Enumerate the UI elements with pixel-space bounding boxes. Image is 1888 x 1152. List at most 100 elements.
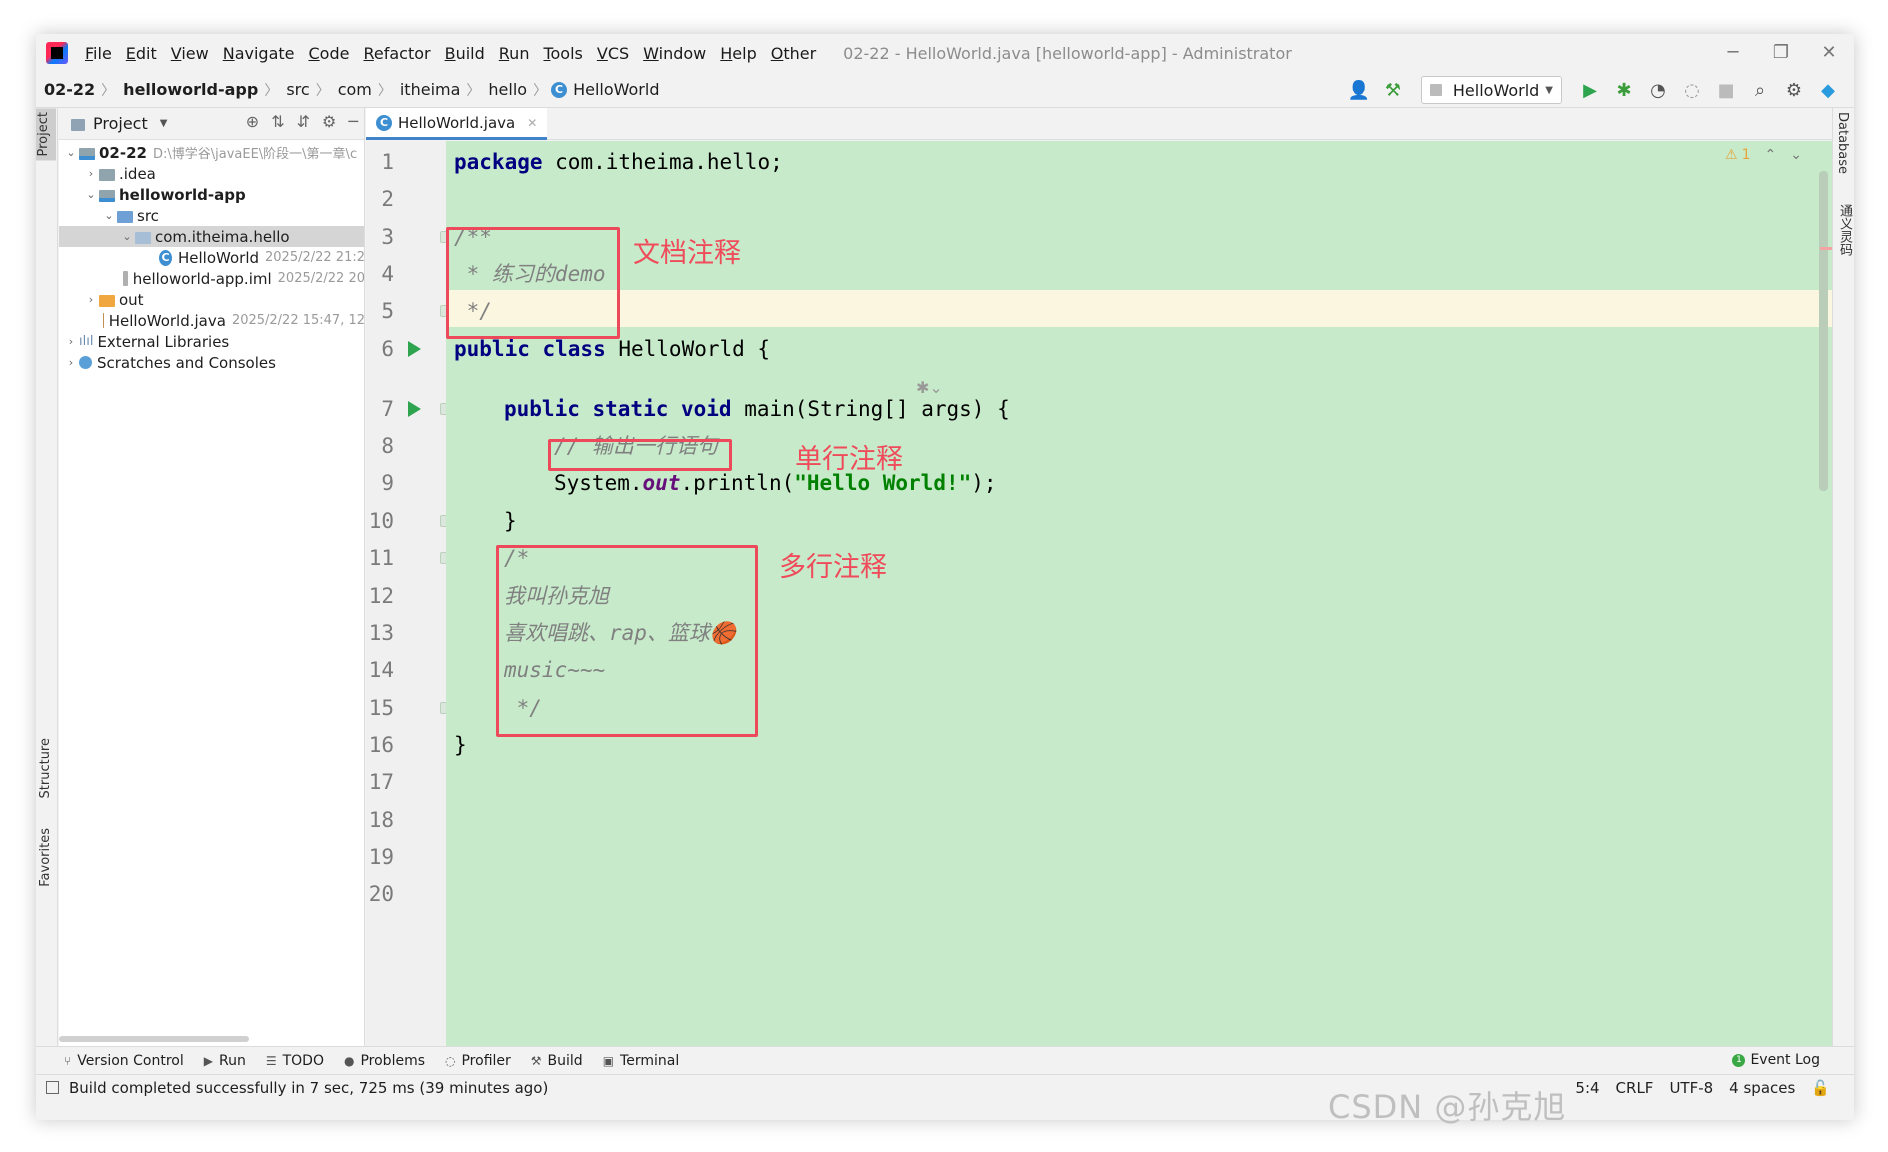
search-icon[interactable]: ⌕: [1748, 78, 1772, 102]
menu-view[interactable]: View: [164, 44, 216, 63]
tree-item-package[interactable]: ⌄ com.itheima.hello: [59, 226, 364, 247]
run-config-label: HelloWorld: [1452, 80, 1540, 100]
tool-label: Event Log: [1750, 1052, 1820, 1068]
breadcrumb-hello[interactable]: hello: [484, 80, 529, 99]
source-folder-icon: [117, 210, 133, 223]
tool-todo[interactable]: ☰ TODO: [266, 1053, 324, 1069]
breadcrumb-src[interactable]: src: [282, 80, 311, 99]
inspection-widget[interactable]: ⚠ 1 ⌃ ⌄: [1725, 147, 1802, 163]
run-icon[interactable]: ▶: [1578, 78, 1602, 102]
account-icon[interactable]: 👤: [1347, 78, 1371, 102]
breadcrumb-com[interactable]: com: [334, 80, 374, 99]
code-text: HelloWorld {: [605, 337, 771, 361]
gear-icon[interactable]: ⚙: [1782, 78, 1806, 102]
tool-run[interactable]: ▶ Run: [204, 1053, 246, 1069]
java-file-icon: [103, 313, 104, 328]
tree-item-iml[interactable]: helloworld-app.iml 2025/2/22 20: [59, 268, 364, 289]
structure-tool-button[interactable]: Structure: [38, 738, 53, 798]
event-log-button[interactable]: 1 Event Log: [1732, 1052, 1820, 1068]
status-message[interactable]: Build completed successfully in 7 sec, 7…: [69, 1079, 548, 1097]
minimize-icon[interactable]: ─: [1718, 40, 1748, 66]
stop-icon[interactable]: ■: [1714, 78, 1738, 102]
run-config-select[interactable]: HelloWorld ▼: [1420, 76, 1562, 104]
hide-icon[interactable]: ─: [348, 112, 358, 131]
menu-tools[interactable]: Tools: [536, 44, 589, 63]
locate-icon[interactable]: ⊕: [246, 112, 259, 131]
tool-version-control[interactable]: ⑂ Version Control: [64, 1053, 184, 1069]
plugin-logo-icon[interactable]: ◆: [1816, 78, 1840, 102]
menu-navigate[interactable]: Navigate: [216, 44, 302, 63]
collapse-all-icon[interactable]: ⇵: [297, 112, 310, 131]
tree-item-src[interactable]: ⌄ src: [59, 205, 364, 226]
breadcrumb-project[interactable]: 02-22: [40, 80, 97, 99]
tool-label: Version Control: [77, 1052, 184, 1069]
code-text: main(String[] args) {: [731, 397, 1010, 421]
tree-item-java-file[interactable]: HelloWorld.java 2025/2/22 15:47, 12: [59, 310, 364, 331]
chevron-up-icon[interactable]: ⌃: [1765, 147, 1777, 163]
breadcrumb-class[interactable]: HelloWorld: [573, 80, 661, 99]
debug-icon[interactable]: ✱: [1612, 78, 1636, 102]
breadcrumb-module[interactable]: helloworld-app: [119, 80, 260, 99]
file-encoding[interactable]: UTF-8: [1669, 1079, 1713, 1097]
build-hammer-icon[interactable]: ⚒: [1381, 78, 1405, 102]
dropdown-icon[interactable]: ▼: [160, 118, 168, 129]
line-separator[interactable]: CRLF: [1616, 1079, 1654, 1097]
breadcrumb-itheima[interactable]: itheima: [396, 80, 463, 99]
favorites-tool-button[interactable]: Favorites: [38, 828, 53, 887]
menu-edit[interactable]: Edit: [119, 44, 164, 63]
tree-item-root[interactable]: ⌄ 02-22 D:\博学谷\javaEE\阶段一\第一章\c: [59, 142, 364, 163]
horizontal-scrollbar[interactable]: [59, 1036, 249, 1042]
tree-item-idea[interactable]: › .idea: [59, 163, 364, 184]
expand-all-icon[interactable]: ⇅: [271, 112, 284, 131]
menu-file[interactable]: File: [78, 44, 119, 63]
tree-item-libraries[interactable]: › ılıl External Libraries: [59, 331, 364, 352]
branch-icon: ⑂: [64, 1053, 72, 1068]
tab-helloworld-java[interactable]: C HelloWorld.java ✕: [366, 108, 548, 140]
code-text: System.: [554, 471, 643, 495]
vertical-scrollbar[interactable]: [1819, 171, 1828, 491]
window-title: 02-22 - HelloWorld.java [helloworld-app]…: [843, 43, 1292, 63]
tree-item-module[interactable]: ⌄ helloworld-app: [59, 184, 364, 205]
doc-comment-annotation: 文档注释: [633, 238, 741, 269]
lock-icon[interactable]: 🔓: [1811, 1079, 1830, 1097]
layout-toggle-icon[interactable]: [46, 1081, 59, 1094]
close-tab-icon[interactable]: ✕: [527, 116, 537, 130]
restore-icon[interactable]: ❐: [1766, 40, 1796, 66]
tool-profiler[interactable]: ◌ Profiler: [445, 1053, 511, 1069]
tree-item-scratches[interactable]: › Scratches and Consoles: [59, 352, 364, 373]
menu-window[interactable]: Window: [636, 44, 713, 63]
run-gutter-icon[interactable]: [408, 401, 421, 417]
line-number: 4: [381, 262, 394, 286]
caret-position[interactable]: 5:4: [1575, 1079, 1599, 1097]
iml-file-icon: [123, 271, 128, 286]
indent-setting[interactable]: 4 spaces: [1729, 1079, 1795, 1097]
menu-refactor[interactable]: Refactor: [356, 44, 437, 63]
tool-terminal[interactable]: ▣ Terminal: [603, 1053, 680, 1069]
gear-icon[interactable]: ⚙: [322, 112, 336, 131]
tree-item-out[interactable]: › out: [59, 289, 364, 310]
error-stripe-marker[interactable]: [1820, 247, 1832, 250]
menu-help[interactable]: Help: [713, 44, 763, 63]
coverage-icon[interactable]: ◔: [1646, 78, 1670, 102]
menu-other[interactable]: Other: [764, 44, 823, 63]
database-tool-button[interactable]: Database: [1835, 112, 1850, 174]
warning-count: 1: [1741, 147, 1751, 163]
profile-icon[interactable]: ◌: [1680, 78, 1704, 102]
menu-vcs[interactable]: VCS: [590, 44, 636, 63]
tongyi-lingma-tool-button[interactable]: 通义灵码: [1835, 204, 1854, 256]
run-gutter-icon[interactable]: [408, 341, 421, 357]
close-icon[interactable]: ✕: [1814, 40, 1844, 66]
menu-build[interactable]: Build: [438, 44, 492, 63]
editor-gutter[interactable]: 1 2 3 4 5 6 7 8 9 10 11 12 13 14 15 16 1…: [366, 141, 451, 1046]
chevron-down-icon[interactable]: ⌄: [1790, 147, 1802, 163]
tree-item-class[interactable]: C HelloWorld 2025/2/22 21:2: [59, 247, 364, 268]
project-view-label[interactable]: Project: [93, 114, 148, 133]
code-editor[interactable]: ⚠ 1 ⌃ ⌄ package com.itheima.hello; /** *…: [446, 141, 1832, 1046]
menu-code[interactable]: Code: [302, 44, 357, 63]
menu-run[interactable]: Run: [492, 44, 537, 63]
tool-problems[interactable]: ● Problems: [344, 1053, 425, 1069]
tree-label: helloworld-app.iml: [132, 269, 272, 288]
terminal-icon: ▣: [602, 1053, 615, 1068]
tool-build[interactable]: ⚒ Build: [531, 1053, 583, 1069]
project-tool-button[interactable]: Project: [36, 108, 56, 161]
